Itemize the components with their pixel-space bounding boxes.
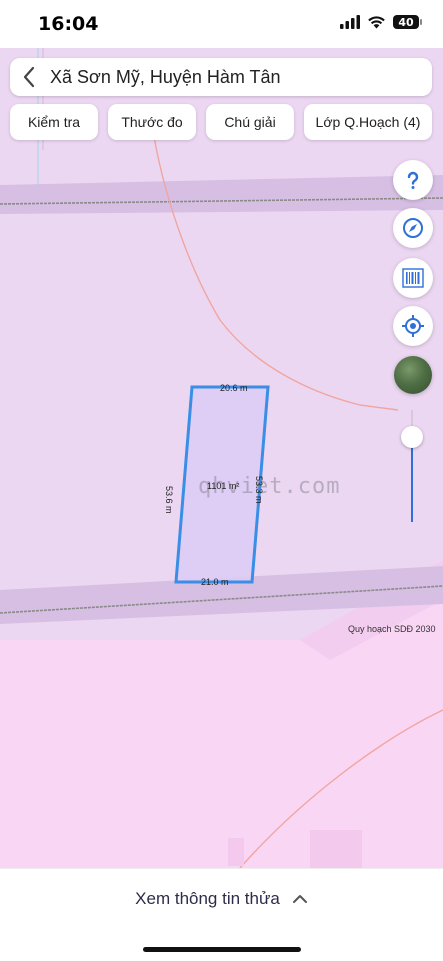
map-canvas[interactable] (0, 48, 443, 868)
parcel-info-label: Xem thông tin thửa (135, 889, 280, 908)
locate-button[interactable] (393, 306, 433, 346)
question-icon (407, 171, 419, 189)
chevron-up-icon (292, 895, 307, 903)
parcel-edge-left: 53.6 m (164, 486, 174, 514)
status-time: 16:04 (38, 13, 99, 35)
parcel-edge-top: 20.6 m (220, 383, 248, 393)
status-bar: 16:04 40 (0, 0, 443, 48)
parcel-info-button[interactable]: Xem thông tin thửa (0, 887, 443, 911)
battery-indicator: 40 (393, 15, 422, 29)
map-view[interactable] (0, 48, 443, 868)
map-block (310, 830, 362, 868)
satellite-layer-toggle[interactable] (394, 356, 432, 394)
compass-icon (403, 218, 423, 238)
measure-button[interactable]: Thước đo (108, 104, 196, 140)
planning-layers-button[interactable]: Lớp Q.Hoạch (4) (304, 104, 432, 140)
planning-layer-label: Quy hoạch SDĐ 2030 (348, 624, 436, 634)
chevron-left-icon (23, 66, 35, 88)
wifi-icon (368, 16, 385, 29)
location-header: Xã Sơn Mỹ, Huyện Hàm Tân (10, 58, 432, 96)
location-title[interactable]: Xã Sơn Mỹ, Huyện Hàm Tân (50, 67, 281, 88)
map-toolbar: Kiểm tra Thước đo Chú giải Lớp Q.Hoạch (… (10, 104, 434, 140)
bottom-panel: Xem thông tin thửa (0, 868, 443, 961)
signal-icon (340, 15, 360, 29)
barcode-button[interactable] (393, 258, 433, 298)
home-indicator (143, 947, 301, 952)
check-button[interactable]: Kiểm tra (10, 104, 98, 140)
status-icons: 40 (340, 15, 422, 29)
parcel-edge-right: 53.3 m (254, 476, 264, 504)
map-block (228, 838, 244, 866)
compass-button[interactable] (393, 208, 433, 248)
barcode-icon (402, 268, 424, 288)
parcel-edge-bottom: 21.0 m (201, 577, 229, 587)
zoom-slider-fill (411, 438, 413, 522)
parcel-area-label: 1101 m² (207, 481, 240, 491)
zoom-slider-handle[interactable] (401, 426, 423, 448)
help-button[interactable] (393, 160, 433, 200)
crosshair-icon (402, 315, 424, 337)
legend-button[interactable]: Chú giải (206, 104, 294, 140)
back-button[interactable] (10, 58, 48, 96)
